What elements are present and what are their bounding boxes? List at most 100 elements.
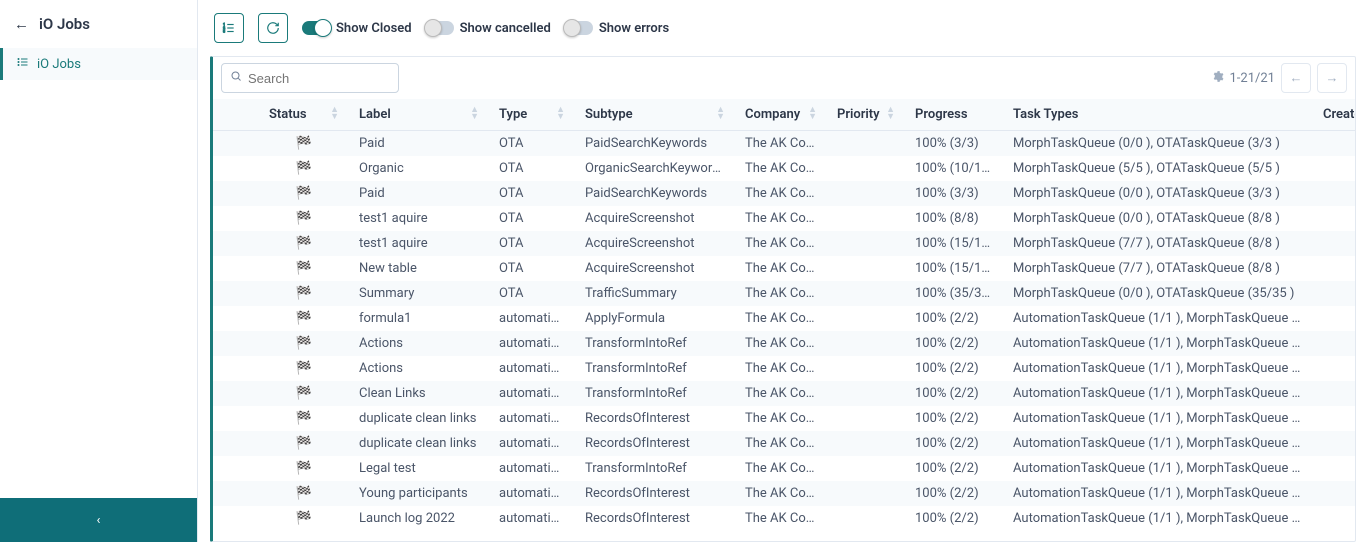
column-header-label[interactable]: Label▲▼ bbox=[349, 99, 489, 131]
task-types-cell: MorphTaskQueue (0/0 ), OTATaskQueue (3/3… bbox=[1003, 181, 1313, 206]
sidebar-collapse-button[interactable]: ‹ bbox=[0, 498, 197, 542]
label-cell: formula1 bbox=[349, 306, 489, 331]
progress-cell: 100% (35/35) bbox=[905, 281, 1003, 306]
status-cell: 🏁 bbox=[259, 281, 349, 306]
label-cell: test1 aquire bbox=[349, 206, 489, 231]
pager-prev-button[interactable]: ← bbox=[1281, 63, 1311, 93]
table-row[interactable]: 🏁ActionsautomationTransformIntoRefThe AK… bbox=[213, 331, 1355, 356]
refresh-button[interactable] bbox=[258, 13, 288, 43]
sidebar: ← iO Jobs iO Jobs ‹ bbox=[0, 0, 198, 542]
priority-cell bbox=[827, 381, 905, 406]
subtype-cell: OrganicSearchKeywords bbox=[575, 156, 735, 181]
row-tools-cell bbox=[213, 131, 259, 157]
type-cell: automation bbox=[489, 506, 575, 531]
progress-cell: 100% (3/3) bbox=[905, 131, 1003, 157]
table-row[interactable]: 🏁test1 aquireOTAAcquireScreenshotThe AK … bbox=[213, 206, 1355, 231]
data-panel: 1-21/21 ← → Status▲▼ Label▲▼ Type▲▼ Subt… bbox=[210, 56, 1356, 542]
gear-icon[interactable] bbox=[1211, 70, 1224, 87]
row-tools-cell bbox=[213, 206, 259, 231]
table-row[interactable]: 🏁PaidOTAPaidSearchKeywordsThe AK Corp100… bbox=[213, 181, 1355, 206]
label-cell: Legal test bbox=[349, 456, 489, 481]
table-row[interactable]: 🏁duplicate clean linksautomationRecordsO… bbox=[213, 431, 1355, 456]
table-row[interactable]: 🏁Clean LinksautomationTransformIntoRefTh… bbox=[213, 381, 1355, 406]
table-row[interactable]: 🏁Launch log 2022automationRecordsOfInter… bbox=[213, 506, 1355, 531]
subtype-cell: RecordsOfInterest bbox=[575, 406, 735, 431]
table-row[interactable]: 🏁formula1automationApplyFormulaThe AK Co… bbox=[213, 306, 1355, 331]
column-header-type[interactable]: Type▲▼ bbox=[489, 99, 575, 131]
progress-cell: 100% (2/2) bbox=[905, 306, 1003, 331]
column-header-tools bbox=[213, 99, 259, 131]
company-cell: The AK Corp bbox=[735, 131, 827, 157]
svg-text:3: 3 bbox=[223, 30, 225, 34]
status-cell: 🏁 bbox=[259, 331, 349, 356]
company-cell: The AK Corp bbox=[735, 231, 827, 256]
status-cell: 🏁 bbox=[259, 381, 349, 406]
company-cell: The AK Corp bbox=[735, 281, 827, 306]
created-cell bbox=[1313, 256, 1355, 281]
row-tools-cell bbox=[213, 306, 259, 331]
subtype-cell: PaidSearchKeywords bbox=[575, 181, 735, 206]
back-arrow-icon[interactable]: ← bbox=[14, 15, 29, 33]
toggle-show-cancelled[interactable]: Show cancelled bbox=[426, 21, 551, 36]
task-types-cell: AutomationTaskQueue (1/1 ), MorphTaskQue… bbox=[1003, 356, 1313, 381]
table-row[interactable]: 🏁PaidOTAPaidSearchKeywordsThe AK Corp100… bbox=[213, 131, 1355, 157]
toggle-show-closed[interactable]: Show Closed bbox=[302, 21, 412, 36]
table-row[interactable]: 🏁SummaryOTATrafficSummaryThe AK Corp100%… bbox=[213, 281, 1355, 306]
label-cell: Young participants bbox=[349, 481, 489, 506]
flag-icon: 🏁 bbox=[296, 436, 312, 451]
column-header-company[interactable]: Company▲▼ bbox=[735, 99, 827, 131]
status-cell: 🏁 bbox=[259, 206, 349, 231]
sidebar-item-io-jobs[interactable]: iO Jobs bbox=[0, 48, 197, 80]
table-row[interactable]: 🏁duplicate clean linksautomationRecordsO… bbox=[213, 406, 1355, 431]
column-header-progress[interactable]: Progress bbox=[905, 99, 1003, 131]
row-tools-cell bbox=[213, 181, 259, 206]
sidebar-item-label: iO Jobs bbox=[37, 57, 81, 72]
table-row[interactable]: 🏁ActionsautomationTransformIntoRefThe AK… bbox=[213, 356, 1355, 381]
priority-cell bbox=[827, 356, 905, 381]
column-header-created[interactable]: Created a bbox=[1313, 99, 1355, 131]
company-cell: The AK Corp bbox=[735, 206, 827, 231]
status-cell: 🏁 bbox=[259, 481, 349, 506]
pager: 1-21/21 ← → bbox=[1211, 63, 1348, 93]
table-row[interactable]: 🏁Young participantsautomationRecordsOfIn… bbox=[213, 481, 1355, 506]
progress-cell: 100% (2/2) bbox=[905, 356, 1003, 381]
subtype-cell: TransformIntoRef bbox=[575, 331, 735, 356]
created-cell bbox=[1313, 481, 1355, 506]
priority-cell bbox=[827, 281, 905, 306]
table-scroll[interactable]: Status▲▼ Label▲▼ Type▲▼ Subtype▲▼ Compan… bbox=[213, 99, 1355, 541]
column-header-task-types[interactable]: Task Types bbox=[1003, 99, 1313, 131]
task-types-cell: MorphTaskQueue (5/5 ), OTATaskQueue (5/5… bbox=[1003, 156, 1313, 181]
task-types-cell: AutomationTaskQueue (1/1 ), MorphTaskQue… bbox=[1003, 306, 1313, 331]
search-input-wrapper[interactable] bbox=[221, 63, 399, 93]
flag-icon: 🏁 bbox=[296, 211, 312, 226]
progress-cell: 100% (2/2) bbox=[905, 481, 1003, 506]
table-row[interactable]: 🏁New tableOTAAcquireScreenshotThe AK Cor… bbox=[213, 256, 1355, 281]
type-cell: OTA bbox=[489, 131, 575, 157]
status-cell: 🏁 bbox=[259, 306, 349, 331]
status-cell: 🏁 bbox=[259, 406, 349, 431]
table-row[interactable]: 🏁OrganicOTAOrganicSearchKeywordsThe AK C… bbox=[213, 156, 1355, 181]
status-cell: 🏁 bbox=[259, 356, 349, 381]
company-cell: The AK Corp bbox=[735, 306, 827, 331]
priority-cell bbox=[827, 306, 905, 331]
company-cell: The AK Corp bbox=[735, 156, 827, 181]
column-header-subtype[interactable]: Subtype▲▼ bbox=[575, 99, 735, 131]
column-header-status[interactable]: Status▲▼ bbox=[259, 99, 349, 131]
row-tools-cell bbox=[213, 431, 259, 456]
column-header-priority[interactable]: Priority▲▼ bbox=[827, 99, 905, 131]
task-types-cell: MorphTaskQueue (0/0 ), OTATaskQueue (8/8… bbox=[1003, 206, 1313, 231]
flag-icon: 🏁 bbox=[296, 311, 312, 326]
toggle-label: Show Closed bbox=[336, 21, 412, 36]
toggle-show-errors[interactable]: Show errors bbox=[565, 21, 669, 36]
sort-icon: ▲▼ bbox=[886, 107, 895, 121]
list-view-button[interactable]: 123 bbox=[214, 13, 244, 43]
created-cell bbox=[1313, 506, 1355, 531]
table-row[interactable]: 🏁test1 aquireOTAAcquireScreenshotThe AK … bbox=[213, 231, 1355, 256]
toggle-track-icon bbox=[302, 21, 330, 35]
task-types-cell: MorphTaskQueue (0/0 ), OTATaskQueue (3/3… bbox=[1003, 131, 1313, 157]
created-cell bbox=[1313, 156, 1355, 181]
table-row[interactable]: 🏁Legal testautomationTransformIntoRefThe… bbox=[213, 456, 1355, 481]
search-input[interactable] bbox=[248, 71, 390, 86]
flag-icon: 🏁 bbox=[296, 186, 312, 201]
pager-next-button[interactable]: → bbox=[1317, 63, 1347, 93]
